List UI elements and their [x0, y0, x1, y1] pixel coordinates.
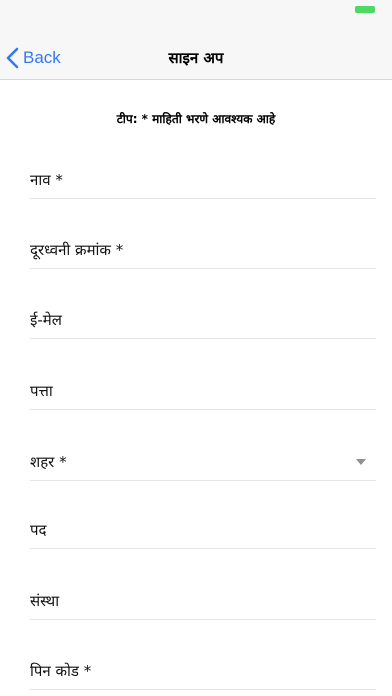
- email-field-label: ई-मेल: [30, 311, 62, 329]
- address-field-label: पत्ता: [30, 382, 53, 400]
- pin-code-field-label: पिन कोड *: [30, 662, 92, 680]
- required-fields-hint: टीप: * माहिती भरणे आवश्यक आहे: [116, 112, 276, 126]
- designation-field[interactable]: पद: [30, 508, 376, 549]
- designation-field-label: पद: [30, 521, 47, 539]
- navigation-bar: Back साइन अप: [0, 20, 392, 80]
- email-field[interactable]: ई-मेल: [30, 298, 376, 339]
- dropdown-triangle-icon: [356, 459, 366, 465]
- name-field[interactable]: नाव *: [30, 158, 376, 199]
- city-dropdown-label: शहर *: [30, 453, 67, 471]
- name-field-label: नाव *: [30, 171, 63, 189]
- phone-number-field-label: दूरध्वनी क्रमांक *: [30, 241, 124, 259]
- organization-field-label: संस्था: [30, 592, 60, 610]
- pin-code-field[interactable]: पिन कोड *: [30, 649, 376, 690]
- address-field[interactable]: पत्ता: [30, 369, 376, 410]
- battery-icon: [355, 6, 375, 13]
- page-title: साइन अप: [168, 49, 224, 67]
- phone-number-field[interactable]: दूरध्वनी क्रमांक *: [30, 228, 376, 269]
- status-bar: [0, 0, 392, 20]
- city-dropdown[interactable]: शहर *: [30, 440, 376, 481]
- organization-field[interactable]: संस्था: [30, 579, 376, 620]
